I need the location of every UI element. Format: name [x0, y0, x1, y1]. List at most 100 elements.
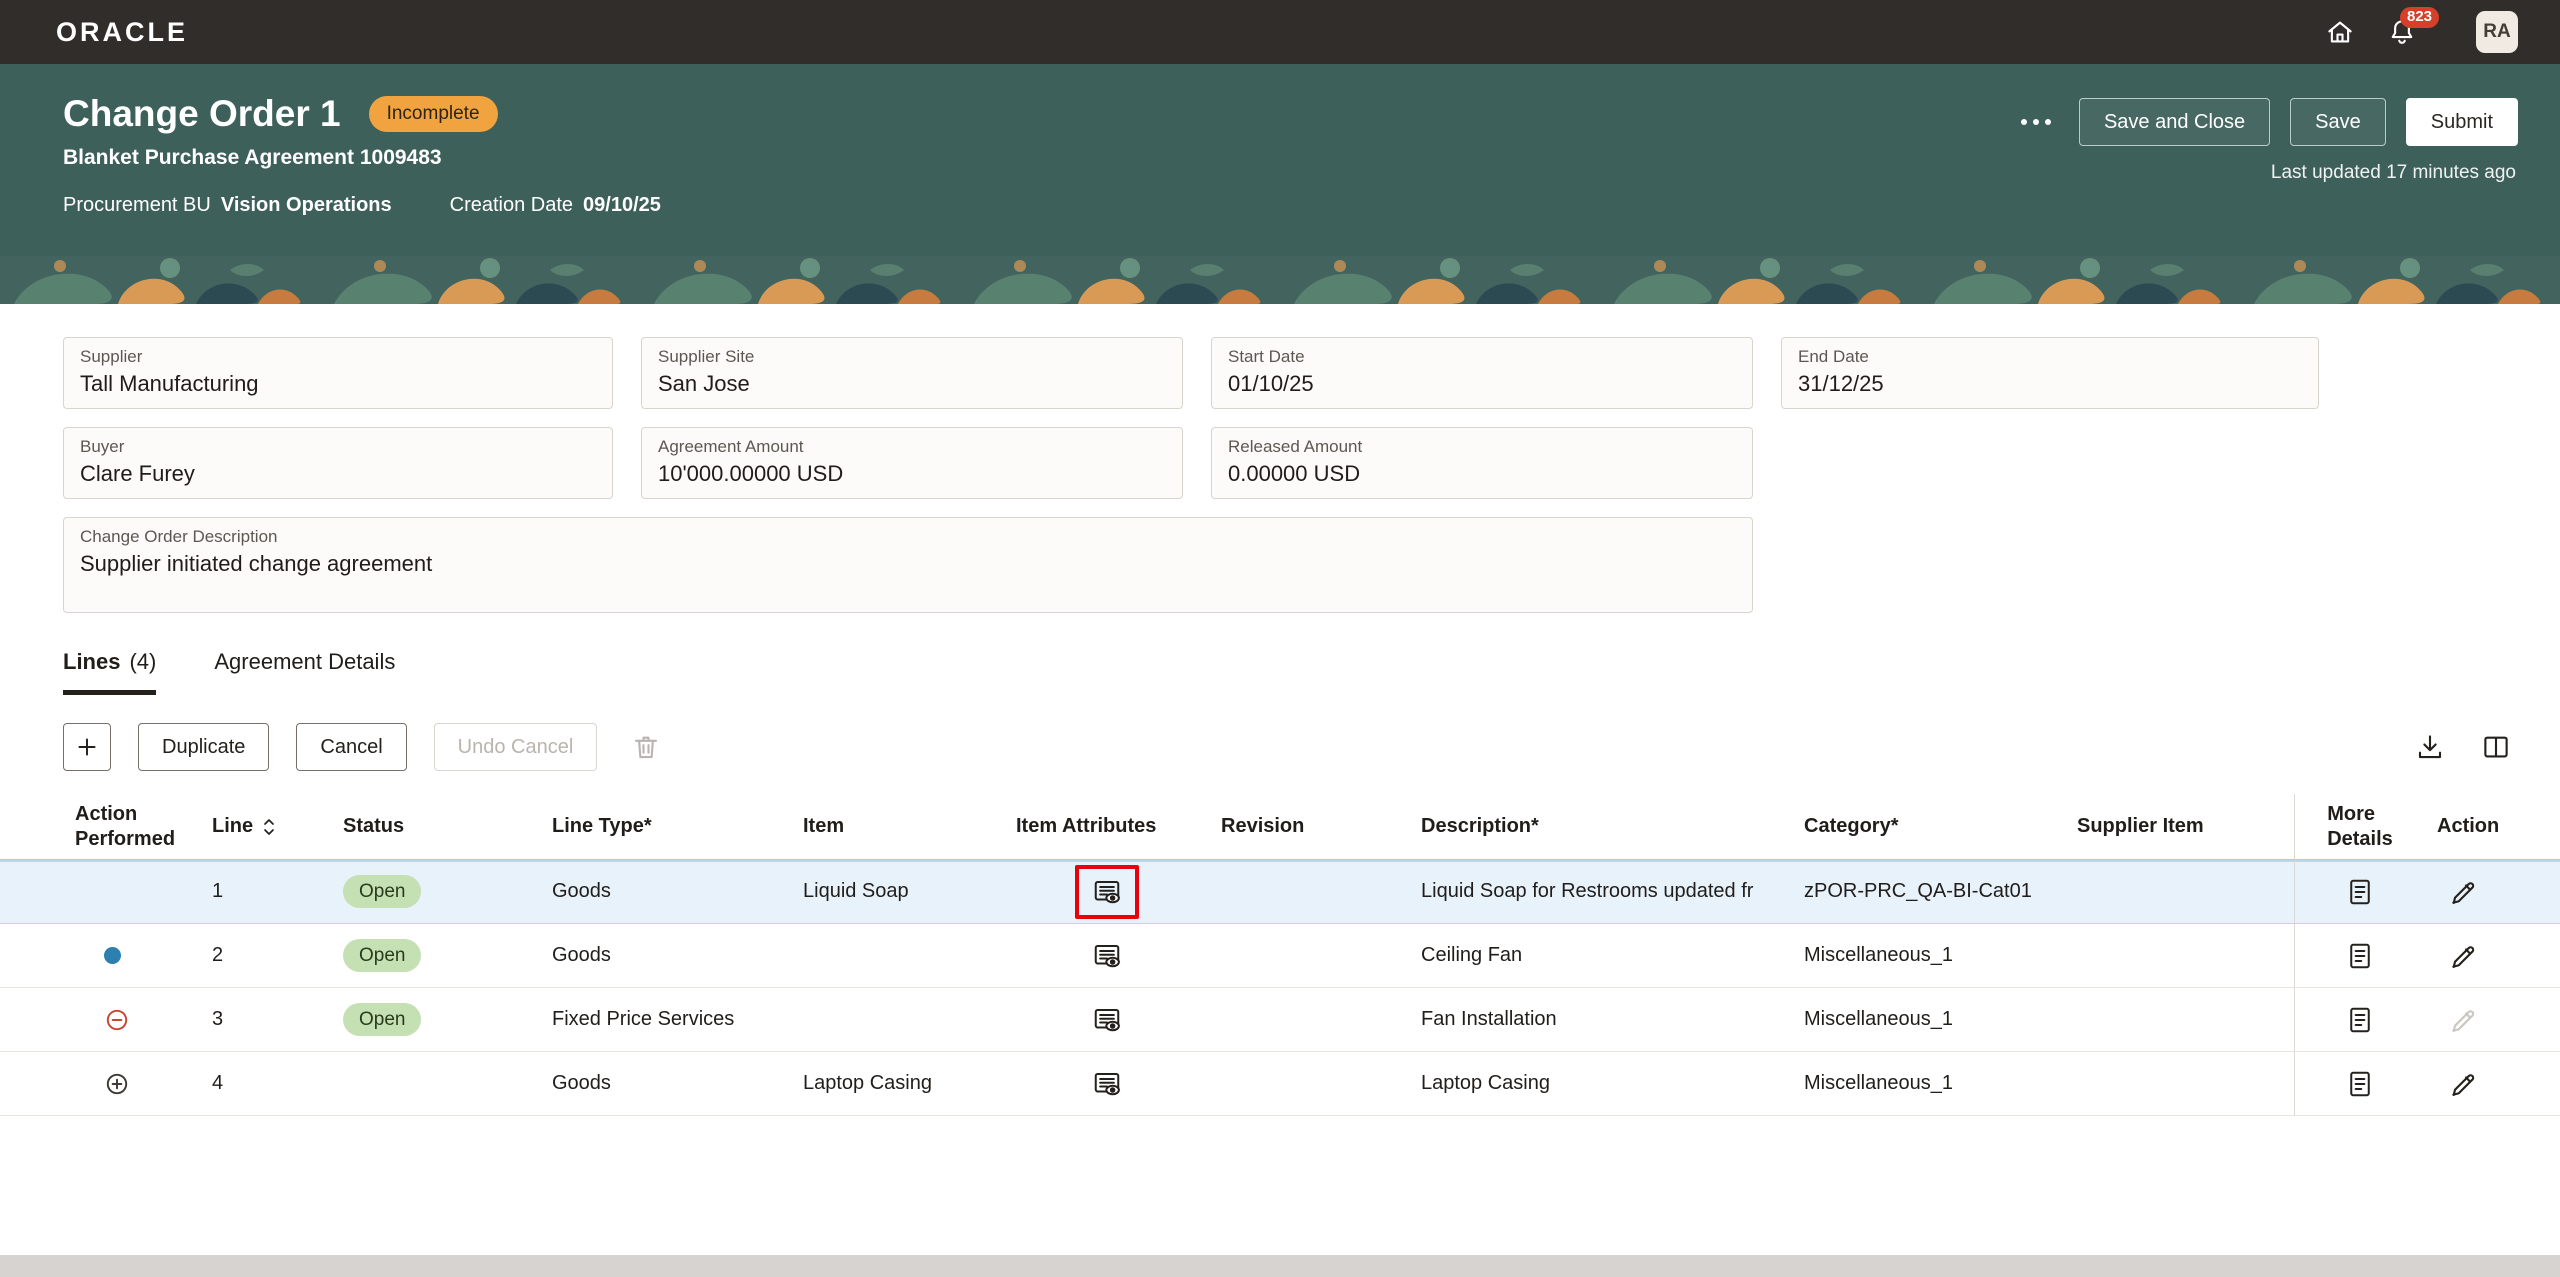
- summary-form: Supplier Tall Manufacturing Supplier Sit…: [63, 337, 2497, 613]
- status-badge-open: Open: [343, 1003, 421, 1037]
- line-type-cell: Goods: [540, 924, 791, 987]
- item-attributes-icon: [1092, 1069, 1122, 1099]
- table-row-line-4[interactable]: 4 Goods Laptop Casing Laptop Cas: [0, 1052, 2560, 1116]
- more-actions-button[interactable]: [2013, 109, 2059, 135]
- status-badge-incomplete: Incomplete: [369, 96, 498, 132]
- page-title: Change Order 1: [63, 92, 341, 136]
- add-line-button[interactable]: [63, 723, 111, 771]
- tab-lines[interactable]: Lines(4): [63, 649, 156, 695]
- table-row-line-3[interactable]: 3 Open Fixed Price Services: [0, 988, 2560, 1052]
- more-details-button[interactable]: [2345, 941, 2375, 971]
- edit-icon: [2449, 941, 2479, 971]
- edit-line-button-disabled[interactable]: [2449, 1005, 2479, 1035]
- item-attributes-button[interactable]: [1092, 877, 1122, 907]
- action-performed-cell: [0, 924, 200, 987]
- more-details-icon: [2345, 1069, 2375, 1099]
- undo-cancel-button[interactable]: Undo Cancel: [434, 723, 598, 771]
- more-details-cell: [2294, 860, 2425, 923]
- change-order-description-field[interactable]: Change Order Description Supplier initia…: [63, 517, 1753, 613]
- table-header-row: Action Performed Line Status Line Type* …: [0, 794, 2560, 860]
- status-cell: Open: [331, 988, 540, 1051]
- description-cell: Fan Installation: [1409, 988, 1792, 1051]
- col-item-attributes: Item Attributes: [1004, 794, 1209, 859]
- delete-line-button[interactable]: [624, 725, 668, 769]
- col-more-details: More Details: [2294, 794, 2425, 859]
- item-attributes-button[interactable]: [1092, 941, 1122, 971]
- tab-agreement-details[interactable]: Agreement Details: [214, 649, 395, 695]
- col-action: Action: [2425, 794, 2560, 859]
- sort-icon[interactable]: [261, 814, 277, 840]
- category-cell: Miscellaneous_1: [1792, 1052, 2065, 1115]
- start-date-field[interactable]: Start Date 01/10/25: [1211, 337, 1753, 409]
- item-attributes-button[interactable]: [1092, 1005, 1122, 1035]
- supplier-field[interactable]: Supplier Tall Manufacturing: [63, 337, 613, 409]
- status-cell: Open: [331, 924, 540, 987]
- last-updated-text: Last updated 17 minutes ago: [2271, 162, 2516, 184]
- table-row-line-1[interactable]: 1 Open Goods Liquid Soap: [0, 860, 2560, 924]
- agreement-amount-field[interactable]: Agreement Amount 10'000.00000 USD: [641, 427, 1183, 499]
- submit-button[interactable]: Submit: [2406, 98, 2518, 146]
- line-number: 2: [200, 924, 331, 987]
- page-header: Change Order 1 Incomplete Blanket Purcha…: [0, 64, 2560, 256]
- end-date-field[interactable]: End Date 31/12/25: [1781, 337, 2319, 409]
- app-topbar: ORACLE 823 RA: [0, 0, 2560, 64]
- home-icon: [2325, 17, 2355, 47]
- notifications-button[interactable]: 823: [2380, 10, 2424, 54]
- buyer-field[interactable]: Buyer Clare Furey: [63, 427, 613, 499]
- line-type-cell: Fixed Price Services: [540, 988, 791, 1051]
- col-item: Item: [791, 794, 1004, 859]
- col-status: Status: [331, 794, 540, 859]
- edit-icon: [2449, 1005, 2479, 1035]
- action-performed-cell: [0, 988, 200, 1051]
- home-button[interactable]: [2318, 10, 2362, 54]
- item-attributes-icon: [1092, 1005, 1122, 1035]
- export-icon: [2415, 732, 2445, 762]
- supplier-site-field[interactable]: Supplier Site San Jose: [641, 337, 1183, 409]
- agreement-subtitle: Blanket Purchase Agreement 1009483: [63, 146, 2520, 170]
- line-number: 1: [200, 860, 331, 923]
- col-line: Line: [200, 794, 331, 859]
- released-amount-field[interactable]: Released Amount 0.00000 USD: [1211, 427, 1753, 499]
- item-attributes-cell: [1004, 1052, 1209, 1115]
- save-and-close-button[interactable]: Save and Close: [2079, 98, 2270, 146]
- status-badge-open: Open: [343, 939, 421, 973]
- action-cell: [2425, 988, 2560, 1051]
- more-actions-icon: [2021, 119, 2027, 125]
- action-cell: [2425, 860, 2560, 923]
- description-cell: Laptop Casing: [1409, 1052, 1792, 1115]
- user-avatar[interactable]: RA: [2476, 11, 2518, 53]
- status-badge-open: Open: [343, 875, 421, 909]
- cancel-line-button[interactable]: Cancel: [296, 723, 406, 771]
- edit-icon: [2449, 877, 2479, 907]
- manage-columns-button[interactable]: [2474, 725, 2518, 769]
- supplier-item-cell: [2065, 860, 2294, 923]
- more-details-button[interactable]: [2345, 877, 2375, 907]
- revision-cell: [1209, 924, 1409, 987]
- col-revision: Revision: [1209, 794, 1409, 859]
- save-button[interactable]: Save: [2290, 98, 2386, 146]
- more-details-button[interactable]: [2345, 1069, 2375, 1099]
- supplier-item-cell: [2065, 924, 2294, 987]
- bottom-strip: [0, 1255, 2560, 1277]
- topbar-actions: 823 RA: [2300, 10, 2518, 54]
- header-meta: Procurement BUVision Operations Creation…: [63, 194, 2520, 217]
- category-cell: zPOR-PRC_QA-BI-Cat01: [1792, 860, 2065, 923]
- revision-cell: [1209, 1052, 1409, 1115]
- edit-line-button[interactable]: [2449, 941, 2479, 971]
- add-icon: [74, 734, 100, 760]
- edit-line-button[interactable]: [2449, 1069, 2479, 1099]
- item-cell: [791, 924, 1004, 987]
- table-row-line-2[interactable]: 2 Open Goods: [0, 924, 2560, 988]
- item-attributes-button[interactable]: [1092, 1069, 1122, 1099]
- edit-line-button[interactable]: [2449, 877, 2479, 907]
- line-type-cell: Goods: [540, 860, 791, 923]
- line-number: 3: [200, 988, 331, 1051]
- line-number: 4: [200, 1052, 331, 1115]
- more-details-button[interactable]: [2345, 1005, 2375, 1035]
- item-attributes-cell: [1004, 988, 1209, 1051]
- more-details-icon: [2345, 877, 2375, 907]
- more-details-icon: [2345, 941, 2375, 971]
- duplicate-button[interactable]: Duplicate: [138, 723, 269, 771]
- status-cell: [331, 1052, 540, 1115]
- export-button[interactable]: [2408, 725, 2452, 769]
